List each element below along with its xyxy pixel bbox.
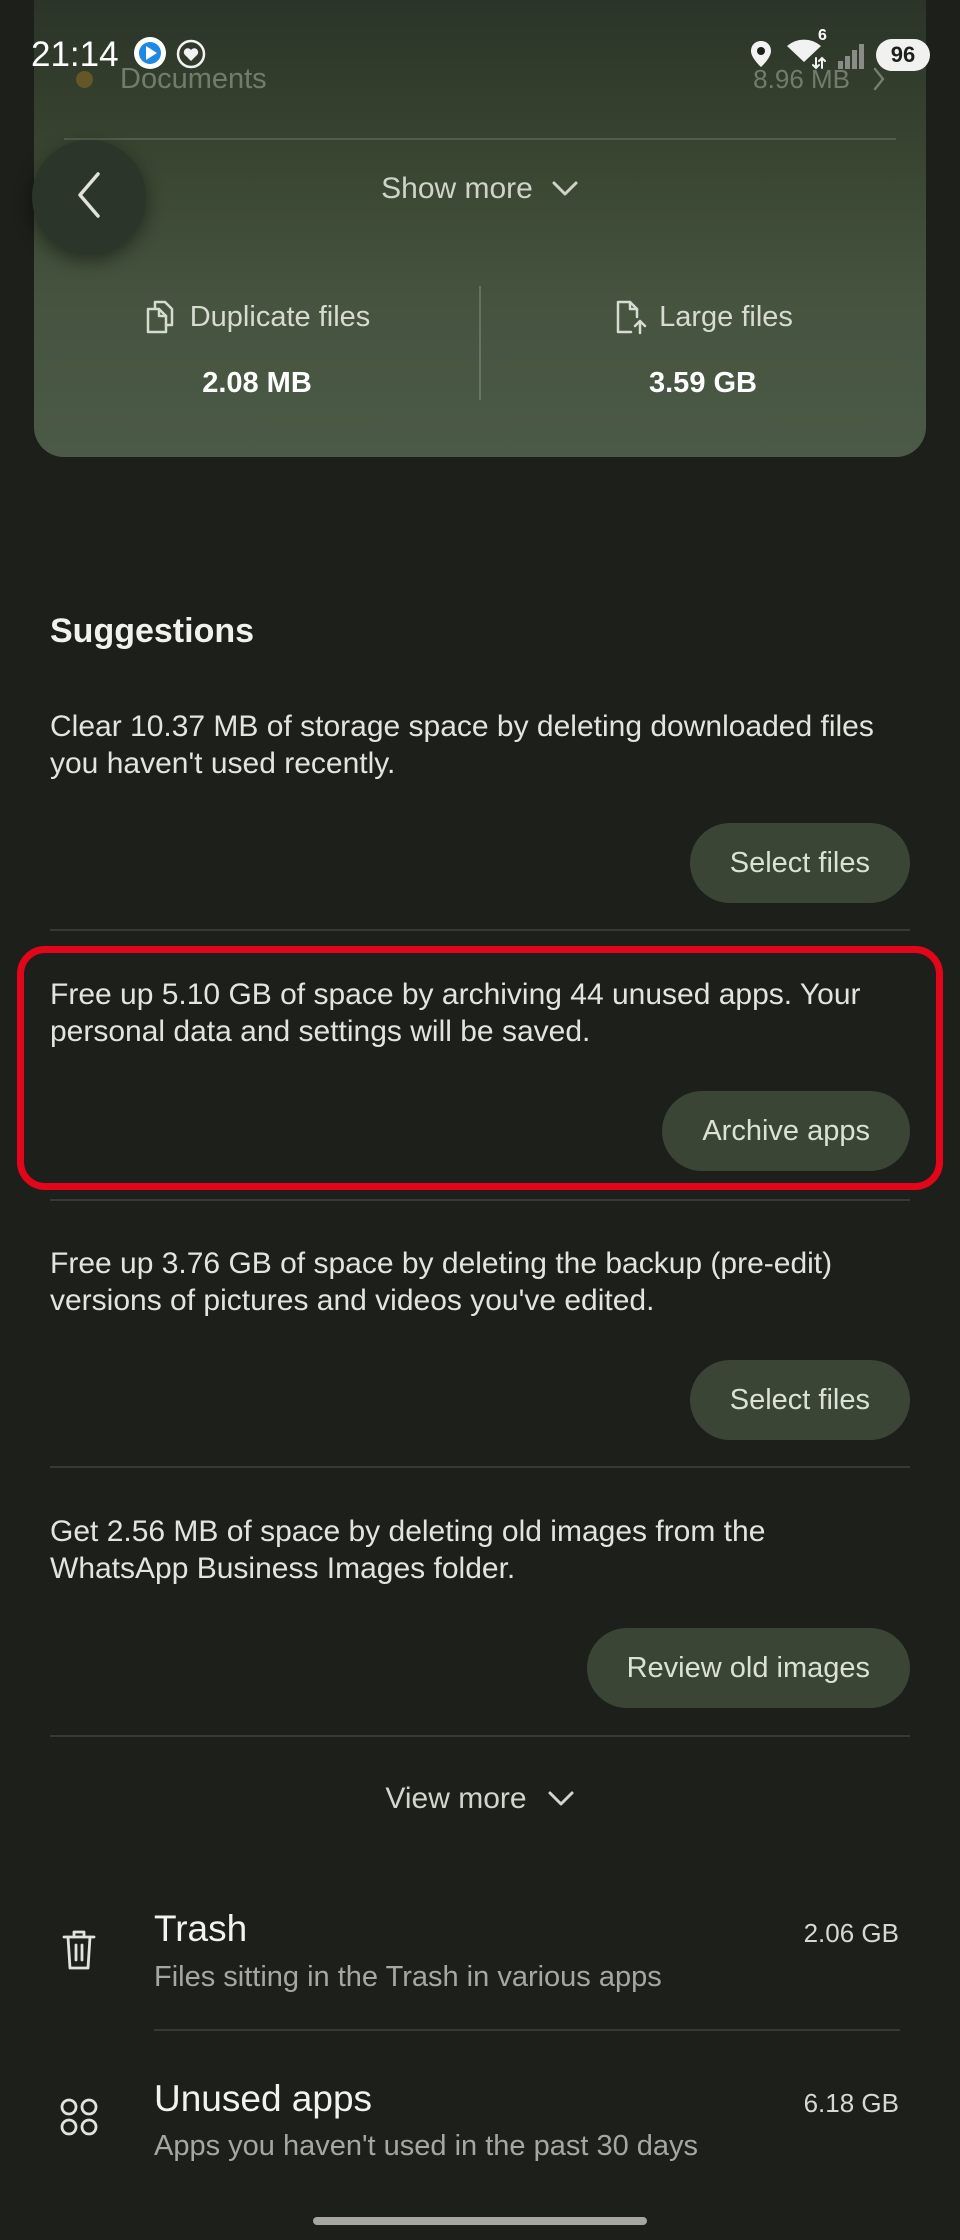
show-more-label: Show more [381,172,533,205]
show-more-button[interactable]: Show more [34,169,926,209]
unused-apps-icon [59,2097,99,2142]
suggestions-title: Suggestions [50,612,255,650]
select-files-button-label: Select files [729,1384,870,1416]
category-size: 6.18 GB [803,2088,899,2118]
home-indicator [313,2217,647,2225]
category-title: Unused apps [154,2078,373,2119]
suggestion-text: Free up 3.76 GB of space by deleting the… [50,1247,833,1317]
suggestion-text: Clear 10.37 MB of storage space by delet… [50,710,874,780]
highlight-box [17,946,943,1190]
chevron-down-icon [551,180,579,198]
card-divider [64,138,896,140]
category-row-unused-apps[interactable]: Unused apps Apps you haven't used in the… [0,2060,960,2180]
suggestion-divider [50,1735,910,1737]
suggestion-text: Get 2.56 MB of space by deleting old ima… [50,1515,766,1585]
duplicate-files-icon [144,299,178,335]
category-divider [154,2029,900,2031]
battery-icon: 96 [876,39,930,71]
select-files-button-label: Select files [729,847,870,879]
wifi-standard-label: 6 [818,27,827,44]
app-notification-icon [133,36,167,75]
category-size: 2.06 GB [803,1918,899,1948]
large-files-label: Large files [659,301,793,333]
view-more-button[interactable]: View more [0,1779,960,1819]
category-subtitle: Apps you haven't used in the past 30 day… [154,2130,699,2162]
category-row-trash[interactable]: Trash Files sitting in the Trash in vari… [0,1890,960,2020]
chevron-down-icon [547,1790,575,1808]
duplicate-files-value: 2.08 MB [202,367,312,399]
suggestion-item: Free up 3.76 GB of space by deleting the… [0,1245,960,1440]
signal-icon [838,43,866,74]
select-files-button[interactable]: Select files [689,823,910,903]
category-subtitle: Files sitting in the Trash in various ap… [154,1961,662,1993]
large-files-value: 3.59 GB [649,367,757,399]
duplicate-files-header: Duplicate files [34,299,480,335]
suggestion-item: Clear 10.37 MB of storage space by delet… [0,708,960,903]
location-icon [750,40,772,73]
review-old-images-button-label: Review old images [626,1652,870,1684]
suggestion-divider [50,1466,910,1468]
large-files-icon [613,299,647,335]
suggestion-divider [50,929,910,931]
back-button[interactable] [32,140,146,254]
review-old-images-button[interactable]: Review old images [586,1628,910,1708]
view-more-label: View more [385,1782,527,1815]
trash-icon [61,1928,97,1977]
category-title: Trash [154,1908,248,1949]
duplicate-files-label: Duplicate files [189,301,371,333]
suggestion-divider [50,1199,910,1201]
status-time: 21:14 [31,35,119,74]
chevron-right-icon [872,66,886,97]
select-files-button[interactable]: Select files [689,1360,910,1440]
suggestion-item: Get 2.56 MB of space by deleting old ima… [0,1513,960,1708]
back-chevron-icon [74,170,104,225]
heart-notification-icon [176,39,206,74]
large-files-header: Large files [480,299,926,335]
